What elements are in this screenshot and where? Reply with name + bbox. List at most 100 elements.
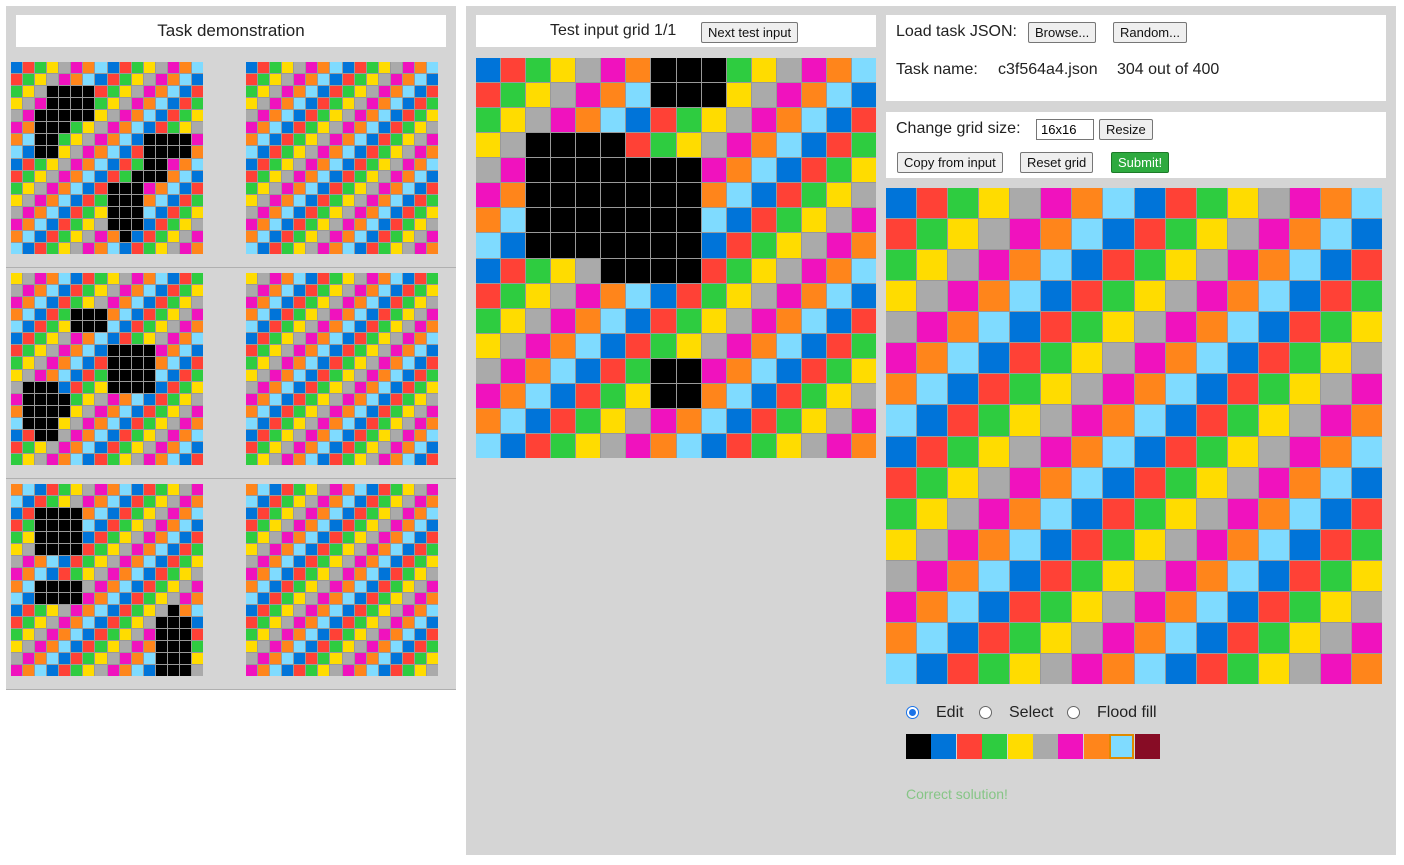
grid-cell[interactable] bbox=[1103, 436, 1134, 467]
grid-cell[interactable] bbox=[1010, 219, 1041, 250]
grid-cell[interactable] bbox=[917, 188, 948, 219]
grid-cell[interactable] bbox=[1041, 281, 1072, 312]
output-grid[interactable] bbox=[886, 188, 1382, 684]
grid-cell[interactable] bbox=[1258, 374, 1289, 405]
grid-cell[interactable] bbox=[1165, 622, 1196, 653]
grid-cell[interactable] bbox=[1351, 498, 1382, 529]
grid-size-input[interactable] bbox=[1036, 119, 1094, 140]
grid-cell[interactable] bbox=[1258, 219, 1289, 250]
grid-cell[interactable] bbox=[1227, 250, 1258, 281]
grid-cell[interactable] bbox=[1196, 467, 1227, 498]
grid-cell[interactable] bbox=[1165, 467, 1196, 498]
grid-cell[interactable] bbox=[1289, 653, 1320, 684]
grid-cell[interactable] bbox=[1165, 374, 1196, 405]
grid-cell[interactable] bbox=[1227, 312, 1258, 343]
grid-cell[interactable] bbox=[1072, 622, 1103, 653]
grid-cell[interactable] bbox=[1289, 219, 1320, 250]
grid-cell[interactable] bbox=[1289, 188, 1320, 219]
grid-cell[interactable] bbox=[1134, 467, 1165, 498]
grid-cell[interactable] bbox=[1196, 591, 1227, 622]
grid-cell[interactable] bbox=[886, 653, 917, 684]
grid-cell[interactable] bbox=[948, 405, 979, 436]
grid-cell[interactable] bbox=[1103, 498, 1134, 529]
grid-cell[interactable] bbox=[1258, 281, 1289, 312]
grid-cell[interactable] bbox=[1289, 436, 1320, 467]
grid-cell[interactable] bbox=[1289, 560, 1320, 591]
grid-cell[interactable] bbox=[1010, 374, 1041, 405]
grid-cell[interactable] bbox=[1165, 653, 1196, 684]
grid-cell[interactable] bbox=[886, 591, 917, 622]
grid-cell[interactable] bbox=[1320, 219, 1351, 250]
grid-cell[interactable] bbox=[1320, 343, 1351, 374]
grid-cell[interactable] bbox=[1320, 653, 1351, 684]
grid-cell[interactable] bbox=[1165, 405, 1196, 436]
grid-cell[interactable] bbox=[1258, 436, 1289, 467]
grid-cell[interactable] bbox=[979, 343, 1010, 374]
grid-cell[interactable] bbox=[979, 622, 1010, 653]
random-button[interactable]: Random... bbox=[1113, 22, 1187, 43]
grid-cell[interactable] bbox=[1196, 436, 1227, 467]
grid-cell[interactable] bbox=[1351, 188, 1382, 219]
grid-cell[interactable] bbox=[1196, 498, 1227, 529]
grid-cell[interactable] bbox=[1103, 188, 1134, 219]
grid-cell[interactable] bbox=[1134, 653, 1165, 684]
grid-cell[interactable] bbox=[1041, 498, 1072, 529]
grid-cell[interactable] bbox=[1072, 281, 1103, 312]
flood-fill-mode-radio[interactable] bbox=[1067, 706, 1080, 719]
grid-cell[interactable] bbox=[948, 374, 979, 405]
grid-cell[interactable] bbox=[1010, 560, 1041, 591]
grid-cell[interactable] bbox=[1258, 343, 1289, 374]
grid-cell[interactable] bbox=[979, 405, 1010, 436]
grid-cell[interactable] bbox=[1289, 529, 1320, 560]
grid-cell[interactable] bbox=[1072, 529, 1103, 560]
grid-cell[interactable] bbox=[1041, 529, 1072, 560]
grid-cell[interactable] bbox=[917, 467, 948, 498]
grid-cell[interactable] bbox=[1258, 591, 1289, 622]
grid-cell[interactable] bbox=[917, 591, 948, 622]
grid-cell[interactable] bbox=[948, 560, 979, 591]
grid-cell[interactable] bbox=[917, 436, 948, 467]
grid-cell[interactable] bbox=[917, 312, 948, 343]
grid-cell[interactable] bbox=[948, 622, 979, 653]
grid-cell[interactable] bbox=[1289, 281, 1320, 312]
grid-cell[interactable] bbox=[1134, 436, 1165, 467]
grid-cell[interactable] bbox=[1165, 281, 1196, 312]
grid-cell[interactable] bbox=[1010, 405, 1041, 436]
grid-cell[interactable] bbox=[1134, 374, 1165, 405]
grid-cell[interactable] bbox=[1196, 312, 1227, 343]
grid-cell[interactable] bbox=[1010, 653, 1041, 684]
grid-cell[interactable] bbox=[1041, 405, 1072, 436]
grid-cell[interactable] bbox=[1103, 591, 1134, 622]
grid-cell[interactable] bbox=[1010, 250, 1041, 281]
grid-cell[interactable] bbox=[1041, 312, 1072, 343]
grid-cell[interactable] bbox=[1072, 436, 1103, 467]
grid-cell[interactable] bbox=[1227, 529, 1258, 560]
palette-swatch[interactable] bbox=[1109, 734, 1135, 759]
grid-cell[interactable] bbox=[886, 281, 917, 312]
grid-cell[interactable] bbox=[1041, 436, 1072, 467]
grid-cell[interactable] bbox=[1041, 591, 1072, 622]
grid-cell[interactable] bbox=[948, 529, 979, 560]
grid-cell[interactable] bbox=[979, 529, 1010, 560]
grid-cell[interactable] bbox=[979, 498, 1010, 529]
grid-cell[interactable] bbox=[948, 312, 979, 343]
grid-cell[interactable] bbox=[886, 622, 917, 653]
grid-cell[interactable] bbox=[1289, 591, 1320, 622]
grid-cell[interactable] bbox=[1320, 405, 1351, 436]
grid-cell[interactable] bbox=[979, 436, 1010, 467]
grid-cell[interactable] bbox=[1196, 653, 1227, 684]
grid-cell[interactable] bbox=[1196, 219, 1227, 250]
grid-cell[interactable] bbox=[1072, 591, 1103, 622]
grid-cell[interactable] bbox=[1103, 653, 1134, 684]
grid-cell[interactable] bbox=[948, 436, 979, 467]
grid-cell[interactable] bbox=[1041, 622, 1072, 653]
grid-cell[interactable] bbox=[979, 188, 1010, 219]
grid-cell[interactable] bbox=[1258, 560, 1289, 591]
grid-cell[interactable] bbox=[1227, 498, 1258, 529]
grid-cell[interactable] bbox=[979, 219, 1010, 250]
grid-cell[interactable] bbox=[1227, 622, 1258, 653]
grid-cell[interactable] bbox=[1072, 250, 1103, 281]
grid-cell[interactable] bbox=[948, 498, 979, 529]
grid-cell[interactable] bbox=[886, 467, 917, 498]
grid-cell[interactable] bbox=[1258, 498, 1289, 529]
